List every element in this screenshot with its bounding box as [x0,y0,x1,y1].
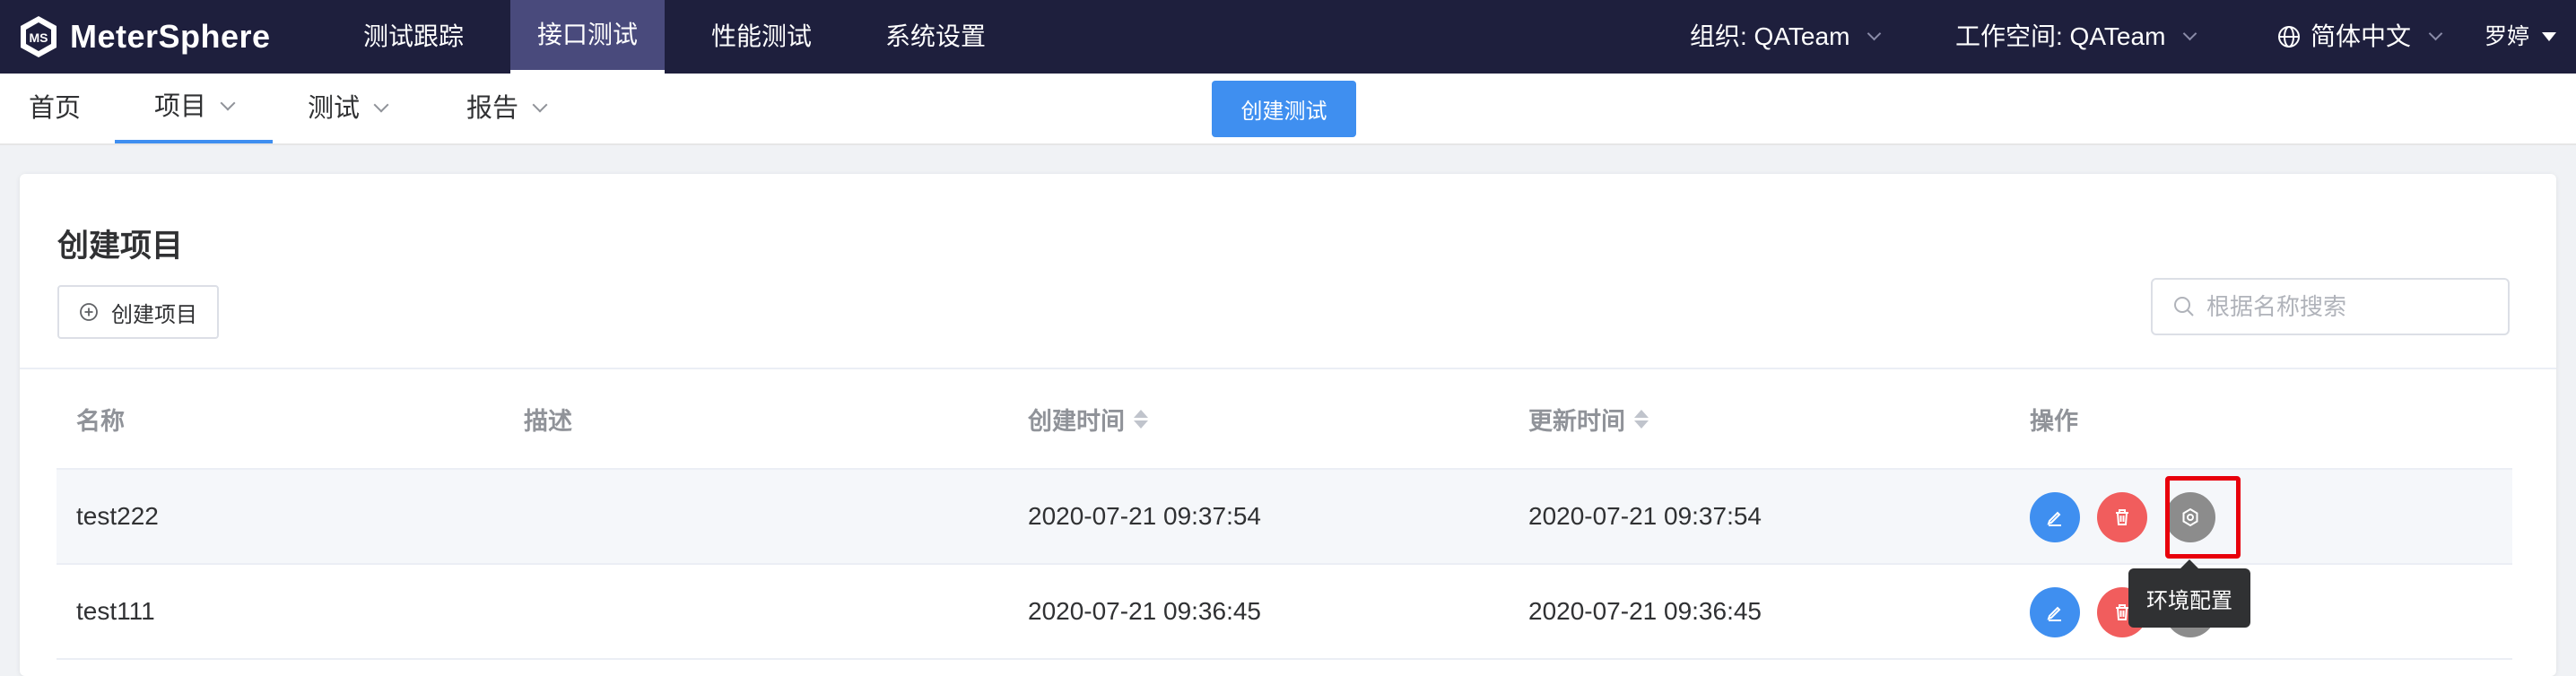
top-nav-system-settings[interactable]: 系统设置 [858,0,1013,74]
chevron-down-icon [373,97,389,113]
sort-icon[interactable] [1134,409,1148,429]
chevron-down-icon [220,95,236,111]
create-test-button[interactable]: 创建测试 [1212,81,1356,137]
language-label: 简体中文 [2311,22,2412,50]
cell-created: 2020-07-21 09:36:45 [1028,597,1261,625]
panel-title: 创建项目 [57,229,184,264]
table-header: 名称 描述 创建时间 更新时间 操作 [57,369,2512,470]
column-header-label: 创建时间 [1028,407,1125,435]
sub-nav-label: 报告 [466,94,519,123]
chevron-down-icon [532,97,548,113]
cell-name: test222 [76,502,159,530]
top-nav-api-test[interactable]: 接口测试 [510,0,666,74]
top-bar: MS MeterSphere 测试跟踪 接口测试 性能测试 系统设置 组织: Q… [0,0,2576,74]
search-box[interactable] [2151,278,2510,335]
column-header-created[interactable]: 创建时间 [1028,402,1148,437]
workspace-selector[interactable]: 工作空间: QATeam [1955,0,2197,74]
column-header-updated[interactable]: 更新时间 [1528,402,1649,437]
trash-icon [2116,509,2128,525]
chevron-down-icon [2428,26,2443,40]
top-nav: 测试跟踪 接口测试 性能测试 系统设置 [336,0,1032,74]
edit-icon [2047,511,2061,526]
sub-nav-test[interactable]: 测试 [308,74,389,143]
sub-nav-report[interactable]: 报告 [466,74,548,143]
column-header-name: 名称 [76,407,125,435]
sub-nav-home[interactable]: 首页 [29,74,81,143]
metersphere-logo-icon: MS [21,16,57,57]
create-project-button[interactable]: 创建项目 [57,285,219,339]
column-header-label: 更新时间 [1528,407,1625,435]
sub-nav-label: 首页 [29,94,82,123]
plus-circle-icon [80,303,98,321]
search-input[interactable] [2206,292,2493,321]
org-label: 组织: QATeam [1690,22,1850,50]
column-header-actions: 操作 [2030,407,2078,435]
workspace-label: 工作空间: QATeam [1955,22,2166,50]
logo[interactable]: MS MeterSphere [16,11,271,63]
brand-name: MeterSphere [70,18,271,55]
user-name: 罗婷 [2485,24,2530,49]
delete-button[interactable] [2097,492,2147,542]
tooltip: 环境配置 [2128,559,2250,628]
chevron-down-icon [2183,26,2197,40]
sub-nav-label: 测试 [308,94,361,123]
table-row: test222 2020-07-21 09:37:54 2020-07-21 0… [57,470,2512,565]
create-project-label: 创建项目 [111,302,197,327]
language-selector[interactable]: 简体中文 [2276,0,2443,74]
svg-text:MS: MS [30,30,48,45]
gear-icon [2182,507,2198,527]
edit-button[interactable] [2030,492,2080,542]
sort-icon[interactable] [1634,409,1649,429]
edit-button[interactable] [2030,587,2080,637]
column-header-description: 描述 [524,407,572,435]
sub-nav-project[interactable]: 项目 [115,74,273,143]
search-icon [2174,297,2194,316]
edit-icon [2047,606,2061,621]
top-nav-test-tracking[interactable]: 测试跟踪 [336,0,491,74]
cell-updated: 2020-07-21 09:37:54 [1528,502,1762,530]
top-nav-performance-test[interactable]: 性能测试 [684,0,839,74]
globe-icon [2278,26,2300,48]
sub-nav-label: 项目 [153,92,206,121]
org-selector[interactable]: 组织: QATeam [1690,0,1882,74]
environment-config-button[interactable] [2165,492,2215,542]
cell-name: test111 [76,597,155,625]
user-menu[interactable]: 罗婷 [2485,0,2557,74]
cell-updated: 2020-07-21 09:36:45 [1528,597,1762,625]
caret-down-icon [2542,32,2557,41]
chevron-down-icon [1867,26,1882,40]
cell-created: 2020-07-21 09:37:54 [1028,502,1261,530]
